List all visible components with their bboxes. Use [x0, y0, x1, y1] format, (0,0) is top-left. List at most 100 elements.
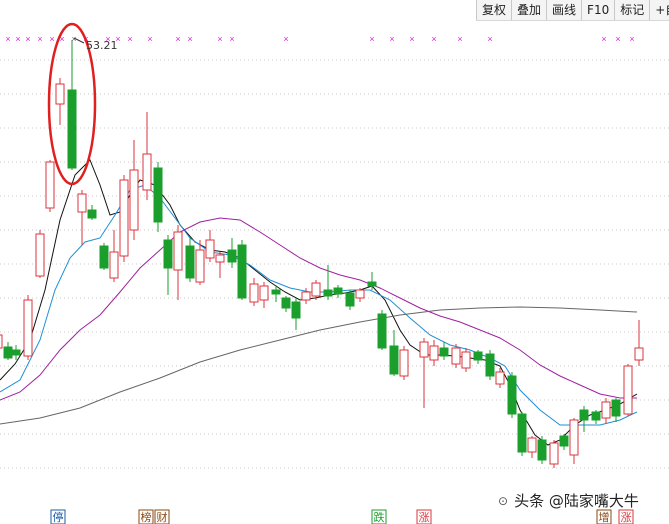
- top-marker: ×: [147, 34, 152, 44]
- candle: [35, 230, 45, 278]
- top-marker: ×: [49, 34, 54, 44]
- candle: [601, 398, 611, 424]
- candle: [77, 190, 87, 245]
- ma-long-line: [0, 217, 637, 401]
- candle: [142, 112, 152, 200]
- svg-text:停: 停: [53, 510, 64, 524]
- headline-icon: ⊙: [498, 493, 509, 508]
- candle: [281, 296, 291, 312]
- candle: [119, 175, 129, 262]
- candle: [559, 434, 569, 450]
- candle: [259, 282, 269, 308]
- candle: [419, 338, 429, 408]
- top-marker: ×: [25, 34, 30, 44]
- ma-mid-line: [0, 184, 638, 426]
- candle: [473, 350, 483, 364]
- top-marker: ×: [457, 34, 462, 44]
- top-marker: ×: [5, 34, 10, 44]
- candle: [163, 235, 173, 295]
- candle: [461, 348, 471, 372]
- svg-text:涨: 涨: [621, 511, 632, 524]
- candle: [185, 238, 195, 282]
- candle: [45, 160, 55, 212]
- candle: [0, 334, 3, 349]
- event-marker[interactable]: 涨: [618, 509, 634, 524]
- top-marker: ×: [629, 34, 634, 44]
- watermark-text: 头条 @陆家嘴大牛: [514, 492, 639, 510]
- candle: [291, 298, 301, 330]
- candle: [634, 320, 644, 366]
- chart-toolbar: 复权 叠加 画线 F10 标记 +自: [476, 0, 669, 21]
- candle: [451, 344, 461, 368]
- candle: [569, 418, 579, 464]
- candle: [23, 295, 33, 360]
- candle: [153, 162, 163, 232]
- svg-text:财: 财: [157, 510, 168, 524]
- f10-button[interactable]: F10: [581, 0, 614, 20]
- event-marker[interactable]: 跌: [371, 509, 387, 524]
- watermark: ⊙ 头条 @陆家嘴大牛: [498, 490, 639, 511]
- candle: [227, 238, 237, 268]
- event-marker[interactable]: 财: [154, 509, 170, 524]
- restore-rights-button[interactable]: 复权: [476, 0, 511, 20]
- candle: [389, 330, 399, 376]
- candle: [215, 252, 225, 278]
- candle: [623, 364, 633, 416]
- candle: [355, 288, 365, 302]
- candle: [507, 372, 517, 418]
- top-marker: ×: [187, 34, 192, 44]
- top-marker: ×: [15, 34, 20, 44]
- peak-price-label: 53.21: [86, 39, 118, 52]
- draw-line-button[interactable]: 画线: [546, 0, 581, 20]
- bottom-event-markers: 停榜财跌涨增涨: [50, 509, 634, 524]
- event-marker[interactable]: 榜: [138, 509, 154, 524]
- candle: [109, 230, 119, 282]
- top-marker: ×: [229, 34, 234, 44]
- event-marker[interactable]: 停: [50, 509, 66, 524]
- top-marker: ×: [127, 34, 132, 44]
- candle: [591, 410, 601, 424]
- top-marker: ×: [601, 34, 606, 44]
- candle: [99, 243, 109, 270]
- candle: [549, 440, 559, 468]
- svg-text:榜: 榜: [141, 510, 152, 524]
- mark-button[interactable]: 标记: [614, 0, 649, 20]
- candle: [399, 346, 409, 380]
- top-marker: ×: [175, 34, 180, 44]
- top-marker: ×: [409, 34, 414, 44]
- candle: [3, 342, 13, 360]
- candle: [173, 225, 183, 300]
- candle: [205, 230, 215, 262]
- top-marker: ×: [615, 34, 620, 44]
- candle: [429, 340, 439, 366]
- top-marker: ×: [487, 34, 492, 44]
- candle: [249, 278, 259, 306]
- candle: [129, 140, 139, 240]
- candle: [439, 342, 449, 360]
- top-marker: ×: [37, 34, 42, 44]
- moving-average-lines: [0, 159, 638, 446]
- candle: [345, 290, 355, 310]
- top-marker: ×: [283, 34, 288, 44]
- event-marker[interactable]: 涨: [416, 509, 432, 524]
- kline-chart[interactable]: × × × × × × × × × × × × × × × × × × × × × × × × × × 53.21 停榜财跌涨增涨: [0, 0, 669, 524]
- candle: [579, 406, 589, 432]
- top-marker: ×: [217, 34, 222, 44]
- candle: [87, 205, 97, 220]
- candle: [485, 350, 495, 380]
- top-marker: ×: [389, 34, 394, 44]
- top-marker: ×: [431, 34, 436, 44]
- candle: [333, 285, 343, 298]
- event-marker[interactable]: 增: [596, 509, 612, 524]
- candle: [377, 310, 387, 350]
- svg-text:跌: 跌: [374, 510, 385, 524]
- candle: [517, 412, 527, 456]
- overlay-button[interactable]: 叠加: [511, 0, 546, 20]
- candle: [67, 40, 77, 170]
- add-watchlist-button[interactable]: +自: [649, 0, 669, 20]
- candle: [237, 240, 247, 300]
- svg-text:增: 增: [599, 510, 610, 524]
- candle: [537, 436, 547, 464]
- top-marker: ×: [369, 34, 374, 44]
- candlesticks: [0, 40, 644, 468]
